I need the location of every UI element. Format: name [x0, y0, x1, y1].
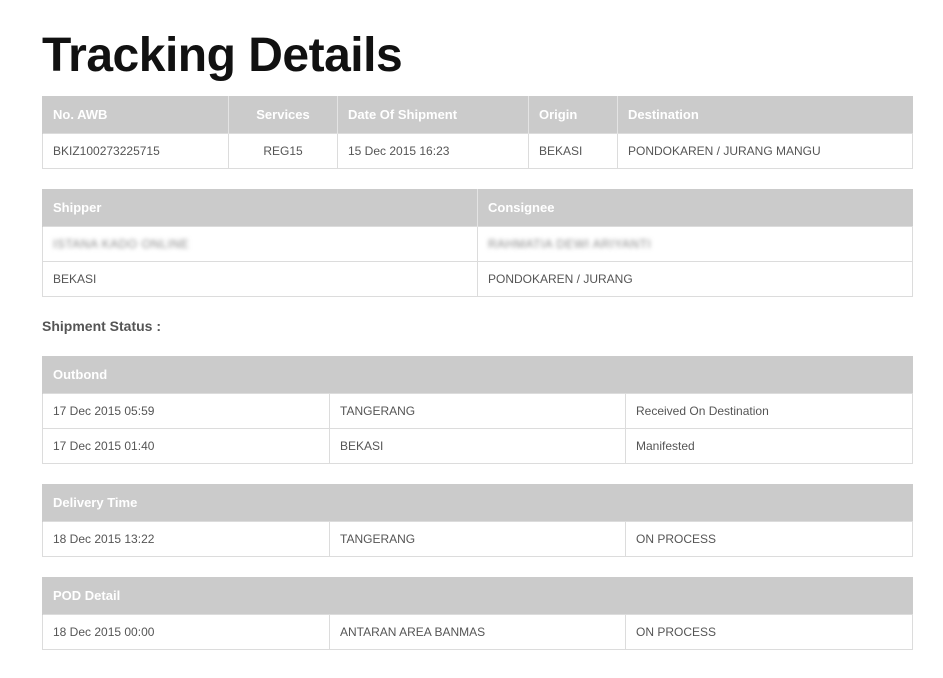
header-consignee: Consignee — [477, 189, 913, 227]
delivery-header-row: Delivery Time — [42, 484, 913, 522]
header-origin: Origin — [528, 96, 618, 134]
header-date-of-shipment: Date Of Shipment — [337, 96, 529, 134]
table-row: BKIZ100273225715 REG15 15 Dec 2015 16:23… — [42, 133, 913, 169]
header-services: Services — [228, 96, 338, 134]
header-shipper: Shipper — [42, 189, 478, 227]
header-awb: No. AWB — [42, 96, 229, 134]
destination-value: PONDOKAREN / JURANG MANGU — [617, 133, 913, 169]
table-row: 18 Dec 2015 13:22 TANGERANG ON PROCESS — [42, 521, 913, 557]
party-header-row: Shipper Consignee — [42, 189, 913, 227]
table-row: 18 Dec 2015 00:00 ANTARAN AREA BANMAS ON… — [42, 614, 914, 650]
table-row: 17 Dec 2015 01:40 BEKASI Manifested — [42, 428, 914, 464]
table-row: BEKASI PONDOKAREN / JURANG — [42, 261, 913, 297]
awb-number: BKIZ100273225715 — [42, 133, 229, 169]
header-destination: Destination — [617, 96, 913, 134]
header-outbond: Outbond — [41, 356, 913, 394]
status-date: 17 Dec 2015 05:59 — [42, 393, 330, 429]
status-date: 17 Dec 2015 01:40 — [42, 428, 330, 464]
delivery-location: TANGERANG — [329, 521, 626, 557]
status-location: BEKASI — [329, 428, 626, 464]
table-row: 17 Dec 2015 05:59 TANGERANG Received On … — [42, 393, 914, 429]
delivery-date: 18 Dec 2015 13:22 — [42, 521, 330, 557]
shipper-name-text: ISTANA KADO ONLINE — [53, 237, 190, 251]
origin-value: BEKASI — [528, 133, 618, 169]
pod-date: 18 Dec 2015 00:00 — [42, 614, 330, 650]
shipper-city: BEKASI — [42, 261, 478, 297]
pod-header-row: POD Detail — [41, 577, 913, 615]
shipper-name: ISTANA KADO ONLINE — [42, 226, 478, 262]
service-code: REG15 — [228, 133, 338, 169]
delivery-status: ON PROCESS — [625, 521, 913, 557]
consignee-name: RAHMATIA DEWI ARIYANTI — [477, 226, 913, 262]
outbond-table: Outbond 17 Dec 2015 05:59 TANGERANG Rece… — [41, 356, 914, 464]
page-title: Tracking Details — [42, 29, 403, 82]
pod-location: ANTARAN AREA BANMAS — [329, 614, 626, 650]
consignee-name-text: RAHMATIA DEWI ARIYANTI — [488, 237, 652, 251]
status-location: TANGERANG — [329, 393, 626, 429]
pod-table: POD Detail 18 Dec 2015 00:00 ANTARAN ARE… — [41, 577, 914, 650]
consignee-city: PONDOKAREN / JURANG — [477, 261, 913, 297]
pod-status: ON PROCESS — [624, 614, 914, 650]
shipment-status-label: Shipment Status : — [42, 318, 162, 334]
status-description: Manifested — [624, 428, 914, 464]
awb-header-row: No. AWB Services Date Of Shipment Origin… — [42, 96, 913, 134]
status-description: Received On Destination — [624, 393, 914, 429]
outbond-header-row: Outbond — [41, 356, 913, 394]
party-table: Shipper Consignee ISTANA KADO ONLINE RAH… — [42, 189, 913, 297]
header-pod-detail: POD Detail — [41, 577, 913, 615]
shipment-date: 15 Dec 2015 16:23 — [337, 133, 529, 169]
delivery-table: Delivery Time 18 Dec 2015 13:22 TANGERAN… — [42, 484, 913, 557]
awb-table: No. AWB Services Date Of Shipment Origin… — [42, 96, 913, 169]
table-row: ISTANA KADO ONLINE RAHMATIA DEWI ARIYANT… — [42, 226, 913, 262]
header-delivery-time: Delivery Time — [42, 484, 913, 522]
